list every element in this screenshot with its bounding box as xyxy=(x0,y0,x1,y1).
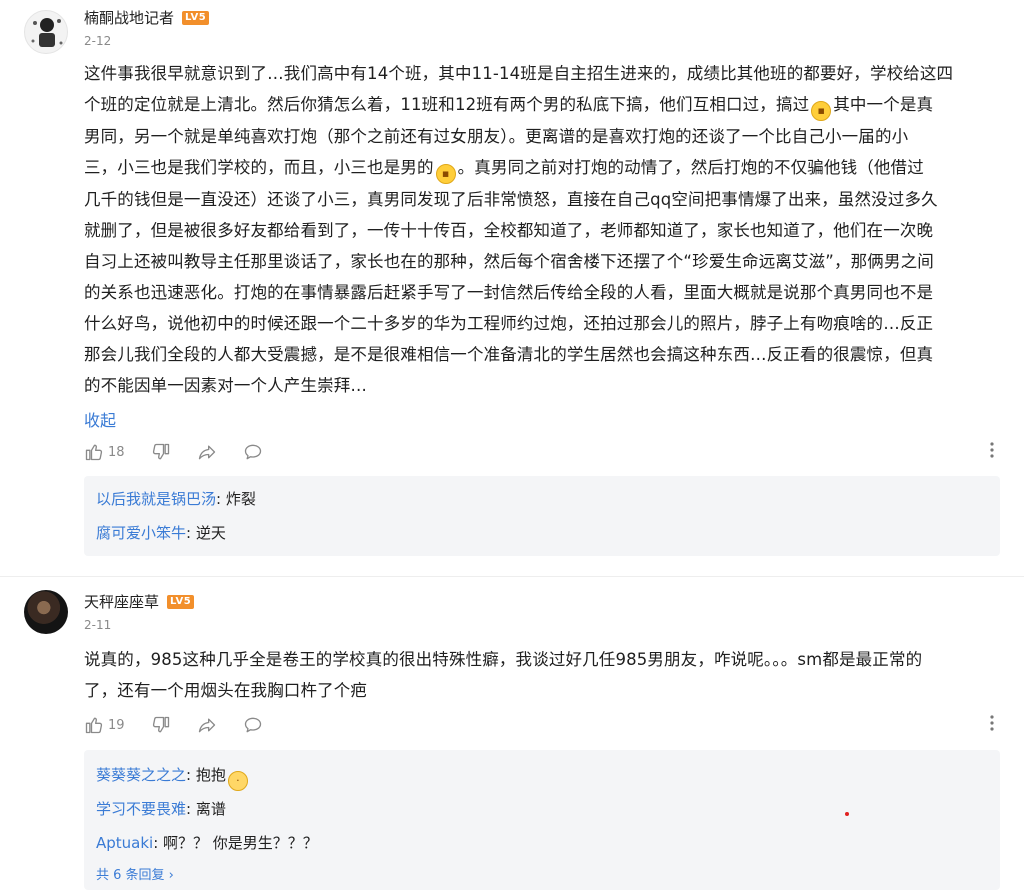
comment-line: 自习上还被叫教导主任那里谈话了，家长也在的那种，然后每个宿舍楼下还摆了个“珍爱生… xyxy=(84,252,934,271)
avatar[interactable] xyxy=(24,10,68,54)
thumbs-down-icon xyxy=(152,716,169,733)
thumbs-up-icon xyxy=(85,717,103,734)
reply-username[interactable]: 学习不要畏难 xyxy=(96,800,186,818)
reply-item: Aptuaki: 啊？？ 你是男生？？？ xyxy=(96,833,318,853)
reply-box: 葵葵葵之之之: 抱抱 · 学习不要畏难: 离谱 Aptuaki: 啊？？ 你是男生… xyxy=(84,750,1000,890)
avatar-illustration-icon xyxy=(31,18,63,47)
comment-line: 就删了，但是被很多好友都给看到了，一传十十传百，全校都知道了，老师都知道了，家长… xyxy=(84,221,934,240)
reply-text: : 啊？？ 你是男生？？？ xyxy=(153,834,318,852)
more-vertical-icon xyxy=(990,442,994,458)
comment-body: 说真的，985这种几乎全是卷王的学校真的很出特殊性癖，我谈过好几任985男朋友，… xyxy=(84,644,1004,706)
reply-button[interactable] xyxy=(243,715,263,735)
thumbs-down-icon xyxy=(152,443,169,460)
comment-date: 2-12 xyxy=(84,34,112,48)
reply-username[interactable]: 以后我就是锅巴汤 xyxy=(96,490,216,508)
comment-line: 的关系也迅速恶化。打炮的在事情暴露后赶紧手写了一封信然后传给全段的人看，里面大概… xyxy=(84,283,934,302)
reply-text: : 炸裂 xyxy=(216,490,256,508)
reply-text: : 逆天 xyxy=(186,524,226,542)
username-text[interactable]: 楠酮战地记者 xyxy=(84,8,174,28)
share-icon xyxy=(198,718,215,733)
reply-item: 腐可爱小笨牛: 逆天 xyxy=(96,523,226,543)
comment-icon xyxy=(244,444,261,460)
comment-line: 的不能因单一因素对一个人产生崇拜… xyxy=(84,376,368,395)
share-button[interactable] xyxy=(197,715,217,735)
reply-item: 学习不要畏难: 离谱 xyxy=(96,799,226,819)
reply-button[interactable] xyxy=(243,442,263,462)
username[interactable]: 天秤座座草 LV5 xyxy=(84,592,195,612)
username-text[interactable]: 天秤座座草 xyxy=(84,592,159,612)
share-icon xyxy=(198,445,215,460)
comment-line: 什么好鸟，说他初中的时候还跟一个二十多岁的华为工程师约过炮，还拍过那会儿的照片，… xyxy=(84,314,934,333)
collapse-link[interactable]: 收起 xyxy=(84,407,116,431)
red-dot-marker xyxy=(845,812,849,816)
more-vertical-icon xyxy=(990,715,994,731)
action-bar: 18 xyxy=(84,440,1004,464)
grinning-emoji: ▪ xyxy=(811,101,832,121)
comment-icon xyxy=(244,717,261,733)
level-badge: LV5 xyxy=(167,595,195,609)
comment-line: 个班的定位就是上清北。然后你猜怎么着，11班和12班有两个男的私底下搞，他们互相… xyxy=(84,89,1004,121)
reply-text: : 抱抱 xyxy=(186,766,226,784)
username[interactable]: 楠酮战地记者 LV5 xyxy=(84,8,210,28)
like-count: 19 xyxy=(108,717,125,733)
more-options-button[interactable] xyxy=(984,440,1000,464)
dislike-button[interactable] xyxy=(151,442,171,462)
reply-item: 以后我就是锅巴汤: 炸裂 xyxy=(96,489,256,509)
dislike-button[interactable] xyxy=(151,715,171,735)
like-button[interactable]: 18 xyxy=(84,442,125,462)
reply-box: 以后我就是锅巴汤: 炸裂 腐可爱小笨牛: 逆天 xyxy=(84,476,1000,556)
view-all-replies-link[interactable]: 共 6 条回复 › xyxy=(96,864,174,883)
comment-line: 三，小三也是我们学校的，而且，小三也是男的 ▪ 。真男同之前对打炮的动情了，然后打炮… xyxy=(84,152,1004,184)
comment-date: 2-11 xyxy=(84,618,112,632)
comment-line: 男同，另一个就是单纯喜欢打炮（那个之前还有过女朋友）。更离谱的是喜欢打炮的还谈了… xyxy=(84,127,909,146)
comment-line: 了，还有一个用烟头在我胸口杵了个疤 xyxy=(84,681,368,700)
level-badge: LV5 xyxy=(182,11,210,25)
avatar[interactable] xyxy=(24,590,68,634)
action-bar: 19 xyxy=(84,713,1004,737)
comment-body: 这件事我很早就意识到了…我们高中有14个班，其中11-14班是自主招生进来的，成… xyxy=(84,58,1004,401)
reply-username[interactable]: 腐可爱小笨牛 xyxy=(96,524,186,542)
comment-line: 说真的，985这种几乎全是卷王的学校真的很出特殊性癖，我谈过好几任985男朋友，… xyxy=(84,650,923,669)
reply-item: 葵葵葵之之之: 抱抱 · xyxy=(96,765,250,791)
comment-line: 那会儿我们全段的人都大受震撼，是不是很难相信一个准备清北的学生居然也会搞这种东西… xyxy=(84,345,934,364)
thumbs-up-icon xyxy=(85,444,103,461)
reply-username[interactable]: 葵葵葵之之之 xyxy=(96,766,186,784)
reply-text: : 离谱 xyxy=(186,800,226,818)
share-button[interactable] xyxy=(197,442,217,462)
more-options-button[interactable] xyxy=(984,713,1000,737)
sad-emoji: · xyxy=(227,771,248,791)
comment-line: 几千的钱但是一直没还）还谈了小三，真男同发现了后非常愤怒，直接在自己qq空间把事… xyxy=(84,190,938,209)
comment-line: 这件事我很早就意识到了…我们高中有14个班，其中11-14班是自主招生进来的，成… xyxy=(84,64,954,83)
like-count: 18 xyxy=(108,444,125,460)
like-button[interactable]: 19 xyxy=(84,715,125,735)
grinning-emoji: ▪ xyxy=(435,164,456,184)
reply-username[interactable]: Aptuaki xyxy=(96,834,153,852)
comment-divider xyxy=(0,576,1024,577)
